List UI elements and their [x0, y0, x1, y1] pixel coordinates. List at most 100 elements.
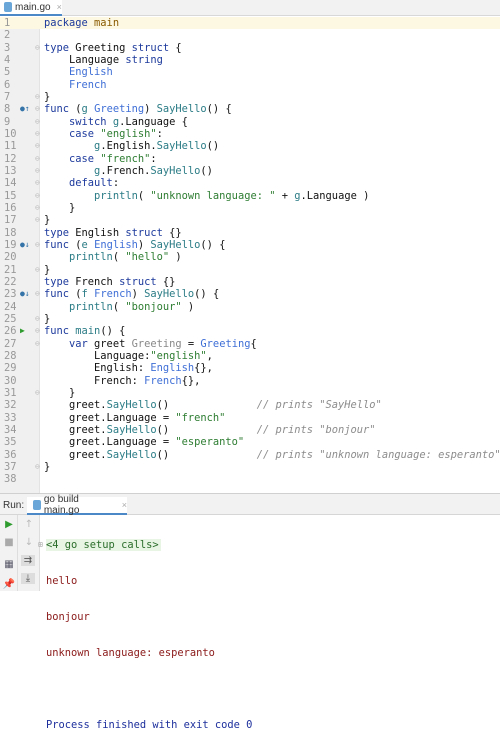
token: .Language ) [300, 189, 370, 202]
fold-icon[interactable]: ⊖ [35, 128, 40, 140]
token: { [250, 337, 257, 350]
token: ) [144, 103, 157, 116]
token: {}, [181, 374, 201, 387]
fold-icon[interactable]: ⊖ [35, 214, 40, 226]
fold-icon[interactable]: ⊖ [35, 202, 40, 214]
code-line[interactable]: 15 ⊖ println( "unknown language: " + g.La… [0, 190, 500, 202]
fold-icon[interactable]: ⊖ [35, 190, 40, 202]
code-line[interactable]: 28 Language:"english", [0, 350, 500, 362]
run-toolbar: Run: go build main.go × [0, 494, 500, 516]
fold-icon[interactable]: ⊖ [35, 461, 40, 473]
token: : [112, 177, 120, 190]
fold-icon[interactable]: ⊖ [35, 387, 40, 399]
run-icon[interactable]: ▶ [20, 325, 25, 337]
code-line[interactable]: 37 ⊖} [0, 461, 500, 473]
code-line[interactable]: 26 ▶ ⊖ func main() { [0, 325, 500, 337]
code-line[interactable]: 27 ⊖ var greet Greeting = Greeting{ [0, 338, 500, 350]
code-line[interactable]: 34 greet.SayHello() // prints "bonjour" [0, 424, 500, 436]
code-line[interactable]: 35 greet.Language = "esperanto" [0, 436, 500, 448]
fold-icon[interactable]: ⊖ [35, 103, 40, 115]
code-line[interactable]: 7 ⊖} [0, 91, 500, 103]
soft-wrap-icon[interactable]: ⇉ [21, 555, 35, 566]
arrow-up-icon[interactable]: ↑ [22, 519, 36, 530]
scroll-to-end-icon[interactable]: ⤓ [21, 573, 35, 584]
fold-icon[interactable]: ⊖ [35, 313, 40, 325]
code-line[interactable]: 6 French [0, 79, 500, 91]
token: .English. [100, 140, 157, 153]
code-line[interactable]: 22 type French struct {} [0, 276, 500, 288]
fold-icon[interactable]: ⊖ [35, 116, 40, 128]
token: SayHello [156, 140, 207, 153]
fold-icon[interactable]: ⊖ [35, 177, 40, 189]
code-line[interactable]: 19 ●↓ ⊖ func (e English) SayHello() { [0, 239, 500, 251]
code-text: package main [44, 17, 119, 29]
tab-main-go[interactable]: main.go × [0, 0, 62, 16]
rerun-icon[interactable]: ▶ [2, 519, 16, 530]
stop-icon[interactable]: ■ [2, 537, 16, 548]
code-line[interactable]: 30 French: French{}, [0, 375, 500, 387]
fold-icon[interactable]: ⊖ [35, 153, 40, 165]
code-line[interactable]: 13 ⊖ g.French.SayHello() [0, 165, 500, 177]
code-line[interactable]: 2 [0, 29, 500, 41]
code-line[interactable]: 24 println( "bonjour" ) [0, 301, 500, 313]
code-line[interactable]: 23 ●↓ ⊖ func (f French) SayHello() { [0, 288, 500, 300]
token: Language: [44, 349, 151, 362]
code-line[interactable]: 4 Language string [0, 54, 500, 66]
fold-icon[interactable]: ⊖ [35, 264, 40, 276]
code-text: French [44, 79, 107, 91]
code-line[interactable]: 11 ⊖ g.English.SayHello() [0, 140, 500, 152]
implements-up-icon[interactable]: ●↑ [20, 103, 30, 115]
close-icon[interactable]: × [122, 500, 127, 510]
token: var [44, 337, 95, 350]
fold-icon[interactable]: ⊖ [35, 239, 40, 251]
code-line[interactable]: 21 ⊖} [0, 264, 500, 276]
code-line[interactable]: 5 English [0, 66, 500, 78]
fold-icon[interactable]: ⊖ [35, 325, 40, 337]
token: } [44, 460, 51, 473]
code-line[interactable]: 16 ⊖ } [0, 202, 500, 214]
code-line[interactable]: 12 ⊖ case "french": [0, 153, 500, 165]
code-line[interactable]: 33 greet.Language = "french" [0, 412, 500, 424]
fold-icon[interactable]: ⊖ [35, 338, 40, 350]
code-line[interactable]: 8 ●↑ ⊖ func (g Greeting) SayHello() { [0, 103, 500, 115]
arrow-down-icon[interactable]: ↓ [22, 537, 36, 548]
code-line[interactable]: 32 greet.SayHello() // prints "SayHello" [0, 399, 500, 411]
token: greet.Language = [44, 411, 176, 424]
fold-icon[interactable]: ⊖ [35, 288, 40, 300]
expand-icon[interactable]: ⊞ [38, 539, 43, 551]
code-line[interactable]: 14 ⊖ default: [0, 177, 500, 189]
code-line[interactable]: 9 ⊖ switch g.Language { [0, 116, 500, 128]
fold-icon[interactable]: ⊖ [35, 91, 40, 103]
layout-icon[interactable]: ▦ [2, 559, 16, 570]
setup-calls[interactable]: <4 go setup calls> [46, 539, 161, 551]
fold-icon[interactable]: ⊖ [35, 42, 40, 54]
fold-icon[interactable]: ⊖ [35, 140, 40, 152]
implemented-down-icon[interactable]: ●↓ [20, 288, 30, 300]
code-text: switch g.Language { [44, 116, 188, 128]
pin-icon[interactable]: 📌 [2, 579, 16, 590]
code-line[interactable]: 31 ⊖ } [0, 387, 500, 399]
tab-go-build[interactable]: go build main.go × [27, 494, 127, 516]
code-text: } [44, 202, 75, 214]
code-line[interactable]: 10 ⊖ case "english": [0, 128, 500, 140]
console-output[interactable]: ⊞ <4 go setup calls> hello bonjour unknow… [38, 515, 252, 743]
token: .French. [100, 164, 151, 177]
code-text: } [44, 214, 50, 226]
close-icon[interactable]: × [57, 2, 62, 12]
code-line[interactable]: 20 println( "hello" ) [0, 251, 500, 263]
code-line[interactable]: 36 greet.SayHello() // prints "unknown l… [0, 449, 500, 461]
token: SayHello [106, 448, 157, 461]
fold-icon[interactable]: ⊖ [35, 165, 40, 177]
code-line[interactable]: 3 ⊖ type Greeting struct { [0, 42, 500, 54]
token: Language [44, 53, 126, 66]
code-line[interactable]: 18 type English struct {} [0, 227, 500, 239]
code-line[interactable]: 17 ⊖} [0, 214, 500, 226]
line-number: 28 [4, 349, 17, 362]
implemented-down-icon[interactable]: ●↓ [20, 239, 30, 251]
code-line[interactable]: 1 package main [0, 17, 500, 30]
code-editor[interactable]: 1 package main 2 3 ⊖ type Greeting struct {4 … [0, 17, 500, 493]
code-line[interactable]: 25 ⊖} [0, 313, 500, 325]
line-number: 6 [4, 78, 11, 91]
code-line[interactable]: 29 English: English{}, [0, 362, 500, 374]
code-line[interactable]: 38 [0, 473, 500, 485]
